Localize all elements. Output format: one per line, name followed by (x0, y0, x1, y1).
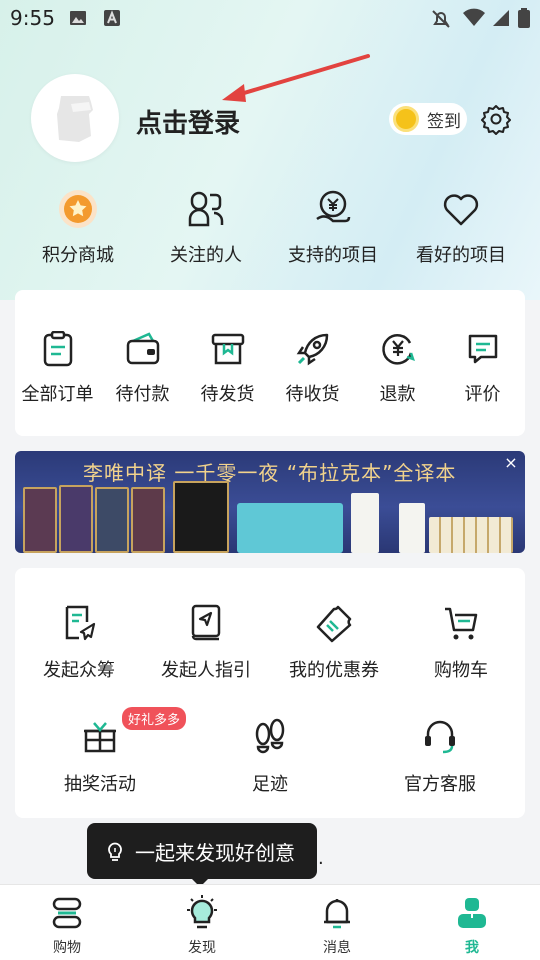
tool-my-coupons[interactable]: 我的优惠券 (270, 602, 398, 682)
coupon-icon (316, 605, 352, 643)
promo-banner[interactable]: 李唯中译 一千零一夜 “布拉克本”全译本 × (15, 451, 525, 553)
wifi-icon (463, 8, 485, 26)
avatar[interactable] (31, 74, 119, 162)
banner-book (95, 487, 129, 553)
tooltip-text: 一起来发现好创意 (135, 840, 295, 865)
quick-link-supported-projects[interactable]: 支持的项目 (268, 185, 398, 267)
order-pending-shipment[interactable]: 待发货 (185, 328, 270, 406)
order-label: 待收货 (285, 384, 340, 405)
tool-label: 发起人指引 (161, 660, 251, 681)
order-label: 评价 (464, 384, 501, 405)
status-time: 9:55 (10, 6, 55, 30)
lightbulb-icon (108, 842, 122, 861)
footprints-icon (255, 718, 285, 754)
banner-gift-box (237, 503, 343, 553)
close-icon[interactable]: × (503, 455, 519, 471)
order-all[interactable]: 全部订单 (15, 328, 100, 406)
tab-shopping[interactable]: 购物 (27, 893, 107, 957)
quick-link-label: 关注的人 (170, 245, 242, 266)
quick-link-label: 看好的项目 (416, 245, 506, 266)
tool-footprints[interactable]: 足迹 (185, 716, 355, 796)
order-pending-receipt[interactable]: 待收货 (270, 328, 355, 406)
annotation-arrow (222, 54, 370, 102)
headset-icon (425, 720, 455, 754)
settings-gear-icon[interactable] (480, 103, 512, 135)
tab-label: 发现 (188, 940, 216, 956)
liked-projects-icon (443, 194, 479, 226)
tab-messages[interactable]: 消息 (297, 893, 377, 957)
refund-icon (381, 334, 415, 365)
banner-book-cover (351, 493, 379, 553)
following-people-icon (188, 191, 224, 227)
gift-icon (84, 722, 116, 753)
order-pending-payment[interactable]: 待付款 (100, 328, 185, 406)
checkin-button[interactable]: 签到 (389, 103, 467, 135)
quick-link-label: 支持的项目 (288, 245, 378, 266)
tab-label: 消息 (323, 940, 351, 956)
tool-label: 购物车 (434, 660, 488, 681)
me-icon (458, 898, 486, 928)
order-refund[interactable]: 退款 (355, 328, 440, 406)
cart-icon (445, 607, 478, 640)
tool-label: 发起众筹 (43, 660, 115, 681)
all-orders-icon (43, 331, 72, 367)
checkin-label: 签到 (427, 111, 461, 132)
tab-label: 购物 (53, 940, 81, 956)
crowdfund-icon (65, 605, 96, 641)
tooltip-trailing-dot: . (318, 848, 324, 869)
tool-customer-service[interactable]: 官方客服 (355, 716, 525, 796)
quick-link-liked-projects[interactable]: 看好的项目 (396, 185, 526, 267)
tool-shopping-cart[interactable]: 购物车 (397, 602, 525, 682)
order-review[interactable]: 评价 (440, 328, 525, 406)
banner-book (23, 487, 57, 553)
tool-start-crowdfunding[interactable]: 发起众筹 (15, 602, 143, 682)
banner-book (173, 481, 229, 553)
guide-book-icon (191, 604, 221, 641)
tool-label: 足迹 (252, 774, 288, 795)
gift-promo-badge: 好礼多多 (122, 707, 187, 730)
points-mall-icon (59, 190, 97, 228)
quick-link-following[interactable]: 关注的人 (141, 185, 271, 267)
tab-label: 我 (465, 940, 479, 956)
image-notification-icon (70, 11, 86, 25)
rocket-icon (296, 333, 328, 366)
tool-label: 我的优惠券 (289, 660, 379, 681)
a-notification-icon (104, 10, 120, 26)
orders-card: 全部订单 待付款 待发货 待收货 退款 评价 (15, 290, 525, 436)
default-avatar-icon (57, 96, 93, 142)
quick-link-label: 积分商城 (42, 245, 114, 266)
banner-book-cover (399, 503, 425, 553)
battery-icon (518, 8, 530, 28)
review-icon (468, 334, 497, 364)
status-bar: 9:55 (0, 0, 540, 36)
tool-initiator-guide[interactable]: 发起人指引 (142, 602, 270, 682)
banner-book (59, 485, 93, 553)
discover-tooltip: 一起来发现好创意 (87, 823, 317, 887)
signal-icon (493, 10, 509, 26)
banner-book (131, 487, 165, 553)
bottom-tab-bar: 购物 发现 消息 我 (0, 884, 540, 960)
box-icon (211, 333, 244, 365)
tool-label: 抽奖活动 (64, 774, 136, 795)
tab-discover[interactable]: 发现 (162, 893, 242, 957)
bell-icon (324, 899, 350, 929)
order-label: 退款 (379, 384, 416, 405)
mute-icon (432, 10, 450, 28)
supported-projects-icon (316, 190, 351, 223)
discover-bulb-icon (187, 895, 217, 929)
banner-card-stack (429, 517, 513, 553)
order-label: 全部订单 (21, 384, 94, 405)
shopping-icon (52, 897, 82, 929)
banner-title: 李唯中译 一千零一夜 “布拉克本”全译本 (83, 461, 457, 485)
wallet-icon (126, 332, 159, 365)
tool-label: 官方客服 (404, 774, 476, 795)
tools-card: 发起众筹 发起人指引 我的优惠券 购物车 抽奖活动 足迹 官方客服 好礼多多 (15, 568, 525, 818)
order-label: 待付款 (115, 384, 170, 405)
order-label: 待发货 (200, 384, 255, 405)
tab-me[interactable]: 我 (432, 893, 512, 957)
quick-link-points-mall[interactable]: 积分商城 (13, 185, 143, 267)
coin-icon (393, 106, 419, 132)
